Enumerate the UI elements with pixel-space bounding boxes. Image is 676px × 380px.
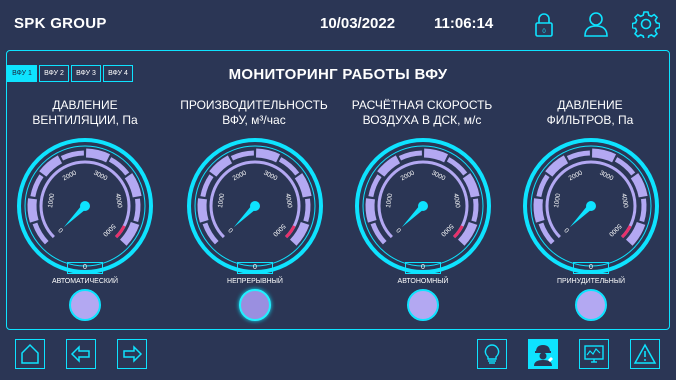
gauge-band-segment: [197, 198, 209, 223]
mode-button-forced[interactable]: [575, 289, 607, 321]
brand-logo-text: SPK GROUP: [14, 15, 107, 32]
gauge-band-segment: [303, 198, 311, 223]
mode-button-continuous[interactable]: [239, 289, 271, 321]
warning-icon: [633, 343, 657, 364]
gauge-title-ventilation-pressure: ДАВЛЕНИЕ ВЕНТИЛЯЦИИ, Па: [0, 98, 170, 128]
gauge-band-segment: [365, 198, 377, 223]
gauge-band-segment: [27, 198, 39, 223]
gauge-value-box: 0: [237, 262, 273, 274]
gauge-hub: [586, 201, 596, 211]
page-title: МОНИТОРИНГ РАБОТЫ ВФУ: [228, 66, 448, 83]
mode-label-autonomous: АВТОНОМНЫЙ: [397, 278, 449, 285]
alarms-button[interactable]: [630, 339, 660, 369]
gauge-ventilation-pressure: 010002000 300040005000: [17, 138, 153, 274]
mode-label-forced: ПРИНУДИТЕЛЬНЫЙ: [556, 278, 626, 285]
gauge-title-line1: ДАВЛЕНИЕ: [52, 98, 118, 112]
date-display: 10/03/2022: [320, 15, 396, 32]
gauge-title-air-speed: РАСЧЁТНАЯ СКОРОСТЬ ВОЗДУХА В ДСК, м/с: [337, 98, 507, 128]
forward-button[interactable]: [117, 339, 147, 369]
gauge-title-line2: ВФУ, м³/час: [222, 113, 286, 127]
mode-button-automatic[interactable]: [69, 289, 101, 321]
user-icon[interactable]: [582, 10, 610, 38]
monitor-icon: [584, 345, 604, 363]
top-bar: SPK GROUP 10/03/2022 11:06:14 0: [0, 0, 676, 48]
time-display: 11:06:14: [434, 15, 494, 32]
gauge-hub: [418, 201, 428, 211]
lock-icon[interactable]: 0: [530, 10, 558, 38]
gauge-band-segment: [423, 148, 449, 163]
gauge-band-segment: [639, 198, 647, 223]
arrow-left-icon: [70, 345, 90, 363]
gauge-band-segment: [255, 148, 281, 163]
gauge-value-box: 0: [573, 262, 609, 274]
gauge-value-box: 0: [405, 262, 441, 274]
gauge-band-segment: [533, 198, 545, 223]
gauge-title-line1: РАСЧЁТНАЯ СКОРОСТЬ: [351, 98, 493, 112]
gauge-title-performance: ПРОИЗВОДИТЕЛЬНОСТЬ ВФУ, м³/час: [169, 98, 339, 128]
arrow-right-icon: [123, 345, 143, 363]
gauge-band-segment: [133, 198, 141, 223]
lock-badge: 0: [542, 29, 546, 35]
gauge-filter-pressure: 010002000 300040005000: [523, 138, 659, 274]
home-button[interactable]: [15, 339, 45, 369]
gauge-performance: 010002000 300040005000: [187, 138, 323, 274]
mode-label-automatic: АВТОМАТИЧЕСКИЙ: [51, 278, 119, 285]
mode-button-autonomous[interactable]: [407, 289, 439, 321]
gauge-hub: [250, 201, 260, 211]
gauge-title-line1: ПРОИЗВОДИТЕЛЬНОСТЬ: [180, 98, 328, 112]
lighting-button[interactable]: [477, 339, 507, 369]
service-engineer-button[interactable]: [528, 339, 558, 369]
monitor-button[interactable]: [579, 339, 609, 369]
gauge-band-segment: [85, 148, 111, 163]
gauge-title-line2: ВЕНТИЛЯЦИИ, Па: [32, 113, 138, 127]
lightbulb-icon: [484, 344, 500, 364]
gauge-air-speed: 010002000 300040005000: [355, 138, 491, 274]
home-icon: [21, 343, 39, 364]
monitoring-panel: ВФУ 1 ВФУ 2 ВФУ 3 ВФУ 4 МОНИТОРИНГ РАБОТ…: [6, 50, 670, 330]
gauge-band-segment: [471, 198, 479, 223]
gauge-title-line2: ВОЗДУХА В ДСК, м/с: [362, 113, 482, 127]
gauge-value-box: 0: [67, 262, 103, 274]
back-button[interactable]: [66, 339, 96, 369]
engineer-icon: [534, 345, 553, 366]
gear-icon[interactable]: [632, 10, 660, 38]
gauge-band-segment: [591, 148, 617, 163]
mode-label-continuous: НЕПРЕРЫВНЫЙ: [227, 278, 283, 285]
gauge-title-filter-pressure: ДАВЛЕНИЕ ФИЛЬТРОВ, Па: [505, 98, 675, 128]
gauge-title-line1: ДАВЛЕНИЕ: [557, 98, 623, 112]
gauge-title-line2: ФИЛЬТРОВ, Па: [546, 113, 634, 127]
gauge-hub: [80, 201, 90, 211]
